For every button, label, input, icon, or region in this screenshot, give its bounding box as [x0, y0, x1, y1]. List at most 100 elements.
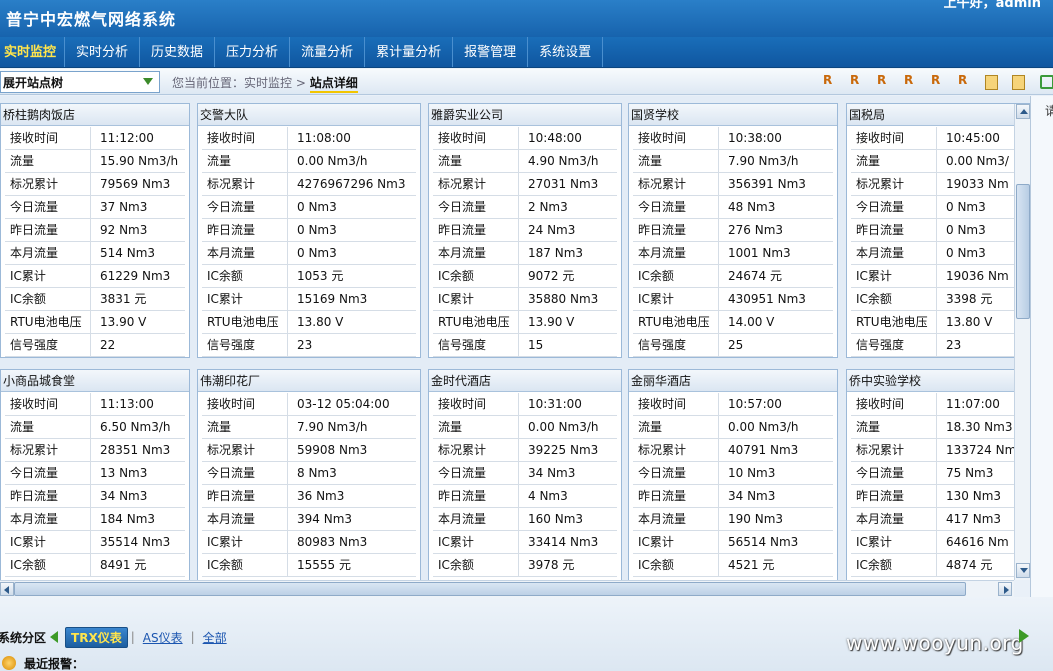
report-icon[interactable] — [929, 73, 945, 89]
station-card[interactable]: 桥柱鹅肉饭店 接收时间 11:12:00 流量 15.90 Nm3/h 标况累计 79569… — [0, 103, 190, 358]
table-row: IC余额 1053 元 — [202, 265, 416, 288]
field-label: RTU电池电压 — [633, 311, 719, 333]
nav-item[interactable]: 历史数据 — [140, 37, 216, 67]
table-row: 昨日流量 34 Nm3 — [5, 485, 185, 508]
table-row: 本月流量 187 Nm3 — [433, 242, 617, 265]
scroll-right-button[interactable] — [998, 582, 1012, 596]
report-icon[interactable] — [821, 73, 837, 89]
field-value: 417 Nm3 — [946, 512, 1002, 526]
station-card[interactable]: 金丽华酒店 接收时间 10:57:00 流量 0.00 Nm3/h 标况累计 40791 N… — [628, 369, 838, 580]
table-row: 今日流量 13 Nm3 — [5, 462, 185, 485]
nav-item[interactable]: 压力分析 — [215, 37, 291, 67]
play-icon[interactable] — [1019, 629, 1029, 643]
station-card[interactable]: 雅爵实业公司 接收时间 10:48:00 流量 4.90 Nm3/h 标况累计 27031 … — [428, 103, 622, 358]
field-value: 4276967296 Nm3 — [297, 177, 406, 191]
nav-item[interactable]: 累计量分析 — [365, 37, 454, 67]
field-value: 22 — [100, 338, 116, 352]
app-title: 普宁中宏燃气网络系统 — [6, 10, 177, 29]
field-label: 流量 — [5, 150, 91, 172]
tab-trx-meter[interactable]: TRX仪表 — [65, 626, 128, 648]
table-row: 今日流量 75 Nm3 — [851, 462, 1025, 485]
report-icon[interactable] — [875, 73, 891, 89]
nav-item[interactable]: 实时分析 — [65, 37, 141, 67]
station-name[interactable]: 小商品城食堂 — [1, 370, 189, 392]
field-label: 昨日流量 — [851, 485, 937, 507]
station-name[interactable]: 桥柱鹅肉饭店 — [1, 104, 189, 126]
station-name[interactable]: 交警大队 — [198, 104, 420, 126]
station-card[interactable]: 小商品城食堂 接收时间 11:13:00 流量 6.50 Nm3/h 标况累计 28351 … — [0, 369, 190, 580]
station-card[interactable]: 伟潮印花厂 接收时间 03-12 05:04:00 流量 7.90 Nm3/h 标况累计 5… — [197, 369, 421, 580]
table-row: IC累计 61229 Nm3 — [5, 265, 185, 288]
table-row: 标况累计 28351 Nm3 — [5, 439, 185, 462]
station-name[interactable]: 雅爵实业公司 — [429, 104, 621, 126]
table-row: 流量 18.30 Nm3 — [851, 416, 1025, 439]
table-row: 本月流量 1001 Nm3 — [633, 242, 833, 265]
nav-item[interactable]: 报警管理 — [453, 37, 529, 67]
field-value: 13.80 V — [297, 315, 344, 329]
nav-item[interactable]: 实时监控 — [0, 37, 66, 67]
document-search-icon[interactable] — [1010, 74, 1026, 90]
scroll-down-button[interactable] — [1016, 563, 1030, 578]
horizontal-scroll-thumb[interactable] — [14, 582, 966, 596]
station-name[interactable]: 侨中实验学校 — [847, 370, 1029, 392]
field-label: 标况累计 — [633, 173, 719, 195]
field-label: IC余额 — [633, 265, 719, 287]
vertical-scroll-thumb[interactable] — [1016, 184, 1030, 319]
table-row: 接收时间 10:57:00 — [633, 393, 833, 416]
field-value: 15169 Nm3 — [297, 292, 368, 306]
query-icon[interactable] — [848, 73, 864, 89]
field-label: 信号强度 — [5, 334, 91, 356]
field-value: 8 Nm3 — [297, 466, 337, 480]
divider: | — [190, 630, 195, 644]
breadcrumb-current: 站点详细 — [309, 76, 358, 93]
table-row: 今日流量 2 Nm3 — [433, 196, 617, 219]
field-label: 本月流量 — [433, 242, 519, 264]
tab-as-meter[interactable]: AS仪表 — [138, 628, 188, 647]
station-name[interactable]: 国税局 — [847, 104, 1029, 126]
table-row: 今日流量 48 Nm3 — [633, 196, 833, 219]
table-row: RTU电池电压 13.90 V — [5, 311, 185, 334]
vertical-scrollbar[interactable] — [1014, 104, 1030, 580]
field-label: 信号强度 — [433, 334, 519, 356]
field-label: RTU电池电压 — [433, 311, 519, 333]
station-card[interactable]: 交警大队 接收时间 11:08:00 流量 0.00 Nm3/h 标况累计 42769672… — [197, 103, 421, 358]
arrow-left-icon[interactable] — [50, 631, 59, 643]
field-label: 流量 — [851, 150, 937, 172]
field-value: 10:38:00 — [728, 131, 782, 145]
report-icon[interactable] — [956, 73, 972, 89]
field-label: 昨日流量 — [5, 485, 91, 507]
horizontal-scrollbar[interactable] — [0, 580, 1014, 597]
station-name[interactable]: 金时代酒店 — [429, 370, 621, 392]
field-label: RTU电池电压 — [851, 311, 937, 333]
table-row: 标况累计 133724 Nm — [851, 439, 1025, 462]
expand-station-tree-dropdown[interactable]: 展开站点树 — [0, 71, 160, 93]
field-label: 本月流量 — [202, 242, 288, 264]
nav-item[interactable]: 系统设置 — [528, 37, 604, 67]
field-label: 本月流量 — [433, 508, 519, 530]
station-data-table: 接收时间 10:45:00 流量 0.00 Nm3/标况累计 19033 Nm 今日流量 0… — [851, 127, 1025, 357]
field-value: 24674 元 — [728, 269, 782, 283]
station-name[interactable]: 国贤学校 — [629, 104, 837, 126]
field-label: IC余额 — [433, 554, 519, 576]
field-label: 本月流量 — [5, 242, 91, 264]
field-value: 34 Nm3 — [528, 466, 576, 480]
station-name[interactable]: 金丽华酒店 — [629, 370, 837, 392]
station-card[interactable]: 国贤学校 接收时间 10:38:00 流量 7.90 Nm3/h 标况累计 356391 N… — [628, 103, 838, 358]
watermark: www.wooyun.org — [846, 631, 1024, 655]
document-icon[interactable] — [983, 74, 999, 90]
table-row: 接收时间 03-12 05:04:00 — [202, 393, 416, 416]
field-label: IC累计 — [202, 288, 288, 310]
station-card[interactable]: 国税局 接收时间 10:45:00 流量 0.00 Nm3/标况累计 19033 Nm 今日… — [846, 103, 1030, 358]
scroll-up-button[interactable] — [1016, 104, 1030, 119]
station-card[interactable]: 侨中实验学校 接收时间 11:07:00 流量 18.30 Nm3 标况累计 133724 … — [846, 369, 1030, 580]
table-row: 标况累计 39225 Nm3 — [433, 439, 617, 462]
nav-item[interactable]: 流量分析 — [290, 37, 366, 67]
tab-all[interactable]: 全部 — [198, 628, 232, 647]
station-name[interactable]: 伟潮印花厂 — [198, 370, 420, 392]
network-icon[interactable] — [1037, 74, 1053, 89]
station-card[interactable]: 金时代酒店 接收时间 10:31:00 流量 0.00 Nm3/h 标况累计 39225 N… — [428, 369, 622, 580]
field-label: 昨日流量 — [433, 485, 519, 507]
report-icon[interactable] — [902, 73, 918, 89]
field-label: 昨日流量 — [851, 219, 937, 241]
scroll-left-button[interactable] — [0, 582, 14, 596]
